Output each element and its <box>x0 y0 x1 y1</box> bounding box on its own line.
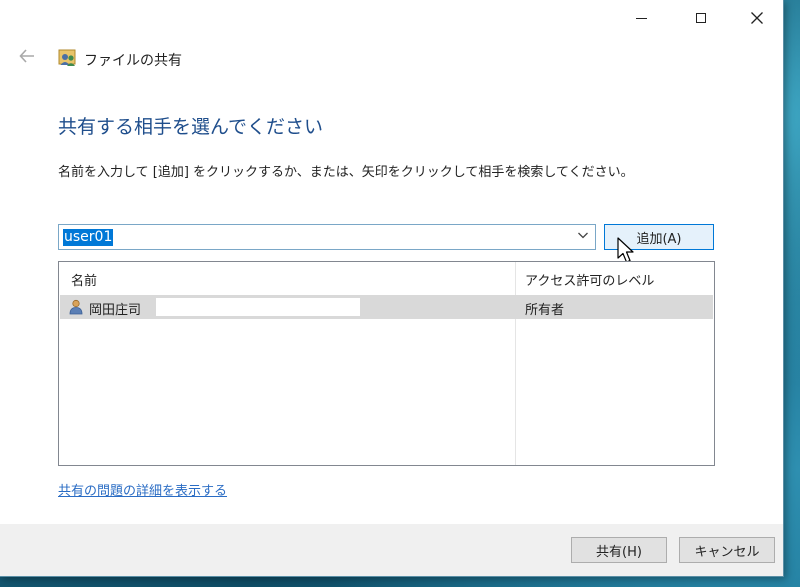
minimize-icon <box>635 17 647 19</box>
user-name-combobox[interactable]: user01 <box>58 224 596 250</box>
file-sharing-dialog: ファイルの共有 共有する相手を選んでください 名前を入力して [追加] をクリッ… <box>0 0 784 577</box>
shared-users-list[interactable]: 名前 アクセス許可のレベル 岡田庄司 所有者 <box>58 261 715 466</box>
close-icon <box>751 12 763 24</box>
row-user-name: 岡田庄司 <box>89 303 142 318</box>
list-row[interactable]: 岡田庄司 所有者 <box>60 295 713 319</box>
share-button[interactable]: 共有(H) <box>571 537 667 563</box>
cancel-button[interactable]: キャンセル <box>679 537 775 563</box>
maximize-button[interactable] <box>678 0 724 36</box>
minimize-button[interactable] <box>618 0 664 36</box>
column-header-permission-level[interactable]: アクセス許可のレベル <box>525 270 654 289</box>
close-button[interactable] <box>734 0 780 36</box>
column-header-name[interactable]: 名前 <box>71 270 97 289</box>
user-name-input[interactable]: user01 <box>63 229 114 246</box>
row-permission-level[interactable]: 所有者 <box>525 299 564 318</box>
chevron-down-icon <box>578 232 588 239</box>
maximize-icon <box>696 13 706 23</box>
user-icon <box>69 299 83 315</box>
list-header: 名前 アクセス許可のレベル <box>59 262 714 294</box>
back-button[interactable] <box>18 47 40 69</box>
title-bar <box>0 0 783 36</box>
redacted-area <box>156 298 360 316</box>
instruction-text: 名前を入力して [追加] をクリックするか、または、矢印をクリックして相手を検索… <box>58 165 634 180</box>
back-arrow-icon <box>19 49 34 63</box>
share-users-icon <box>58 49 76 66</box>
sharing-problems-link[interactable]: 共有の問題の詳細を表示する <box>58 480 227 499</box>
main-heading: 共有する相手を選んでください <box>58 116 324 138</box>
window-title: ファイルの共有 <box>84 53 182 69</box>
dropdown-button[interactable] <box>577 229 589 244</box>
